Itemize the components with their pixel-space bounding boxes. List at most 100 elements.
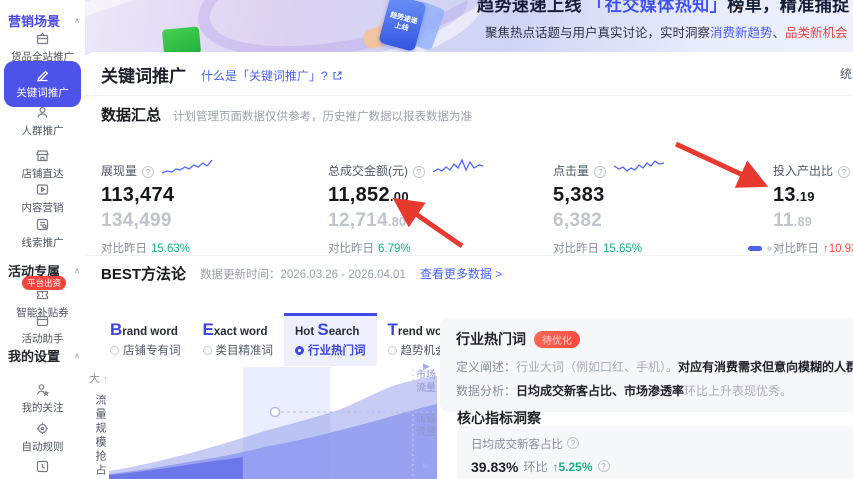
sidebar-item-lead-promo[interactable]: 线索推广 — [0, 217, 85, 250]
external-link-icon — [332, 70, 343, 81]
target-icon — [35, 421, 50, 436]
history-icon — [35, 459, 50, 474]
tab-en-label: Brand word — [110, 320, 181, 340]
sidebar-item-label: 线索推广 — [22, 235, 64, 250]
metric-label: 总成交金额(元) — [328, 162, 408, 179]
metric-prev-value: 6,382 — [553, 210, 768, 232]
sidebar-item-label: 人群推广 — [22, 123, 64, 138]
section-label: 我的设置 — [8, 346, 60, 365]
tab-hot-search[interactable]: Hot Search 行业热门词 — [284, 313, 377, 366]
metric-prev-value: 11.89 — [773, 210, 853, 232]
sidebar-item-shop-direct[interactable]: 店铺直达 — [0, 148, 85, 181]
platform-funded-badge: 平台出资 — [22, 276, 66, 290]
chevron-up-icon[interactable]: ∧ — [74, 16, 80, 25]
metric-prev-value: 134,499 — [101, 210, 316, 232]
help-icon[interactable] — [594, 166, 606, 178]
summary-note: 计划管理页面数据仅供参考，历史推广数据以报表数据为准 — [173, 108, 472, 124]
sidebar-item-content-marketing[interactable]: 内容营销 — [0, 182, 85, 215]
tab-cn-label: 行业热门词 — [308, 342, 366, 358]
metric-value: 11,852.00 — [328, 184, 543, 207]
tab-en-label: Exact word — [203, 320, 274, 340]
sidebar-item-label: 活动助手 — [22, 331, 64, 346]
help-icon[interactable] — [567, 437, 579, 449]
metrics-pagination — [748, 246, 782, 251]
ring-label: 环比 — [523, 458, 547, 475]
keyword-help-link[interactable]: 什么是「关键词推广」? — [201, 67, 343, 84]
sidebar-item-full-site-promo[interactable]: 货品全站推广 — [0, 31, 85, 64]
tab-en-label: Hot Search — [295, 320, 366, 340]
sparkline — [614, 157, 666, 179]
banner-subtitle: 聚焦热点话题与用户真实讨论，实时洞察消费新趋势、品类新机会 — [485, 22, 848, 41]
banner-headline: 趋势速递上线 「社交媒体热知」榜单，精准捕捉 — [477, 0, 850, 16]
divider — [85, 95, 853, 96]
help-icon[interactable] — [838, 166, 850, 178]
tab-cn-label: 店铺专有词 — [123, 342, 181, 358]
hot-word-definition-card: 行业热门词 待优化 定义阐述：行业大词（例如口红、手机）。对应有消费需求但意向模… — [440, 318, 853, 412]
sidebar: 营销场景 ∧ 货品全站推广 关键词推广 人群推广 店铺直达 内容营销 线索推广 — [0, 0, 85, 479]
sidebar-item-label: 关键词推广 — [16, 85, 69, 100]
metric-compare: 对比昨日15.63% — [101, 240, 316, 256]
sidebar-item-audience-promo[interactable]: 人群推广 — [0, 105, 85, 138]
sidebar-item-label: 内容营销 — [22, 200, 64, 215]
pagination-dot[interactable] — [767, 246, 772, 251]
help-icon[interactable] — [142, 166, 154, 178]
sidebar-item-label: 店铺直达 — [22, 166, 64, 181]
sidebar-item-label: 自动规则 — [22, 439, 64, 454]
sparkline — [162, 157, 214, 179]
metric-label: 投入产出比 — [773, 162, 833, 179]
calendar-icon — [35, 313, 50, 328]
metric-impressions: 展现量 113,474 134,499 对比昨日15.63% — [101, 155, 316, 256]
metric-label: 点击量 — [553, 162, 589, 179]
axis-top-label: 大 ↑ — [89, 370, 108, 386]
sidebar-item-my-follows[interactable]: 我的关注 — [0, 382, 85, 415]
toolbar-partial-text: 统 — [840, 65, 852, 82]
person-star-icon — [35, 382, 50, 397]
more-data-link[interactable]: 查看更多数据 > — [420, 265, 502, 282]
divider — [85, 255, 853, 256]
pagination-dot[interactable] — [777, 246, 782, 251]
best-title: BEST方法论 — [101, 263, 186, 284]
radio-checked-icon[interactable] — [295, 346, 304, 355]
tab-brand-word[interactable]: Brand word 店铺专有词 — [99, 313, 192, 366]
market-traffic-label: 市场流量 — [416, 370, 440, 395]
highlight-band — [243, 367, 331, 479]
sidebar-item-auto-rules[interactable]: 自动规则 — [0, 421, 85, 454]
radio-icon[interactable] — [203, 346, 212, 355]
core-insight-title: 核心指标洞察 — [457, 408, 541, 428]
radio-icon[interactable] — [388, 346, 397, 355]
chevron-up-icon[interactable]: ∧ — [74, 266, 80, 275]
status-badge: 待优化 — [534, 331, 580, 348]
arrow-right-icon: ▶ — [423, 361, 430, 372]
tab-exact-word[interactable]: Exact word 类目精准词 — [192, 313, 285, 366]
tab-cn-label: 类目精准词 — [216, 342, 274, 358]
guide-point — [270, 408, 279, 417]
sidebar-item-keyword-promo[interactable]: 关键词推广 — [4, 61, 81, 107]
sidebar-item-activity-helper[interactable]: 活动助手 — [0, 313, 85, 346]
metric-value: 13.19 — [773, 184, 853, 207]
help-icon[interactable] — [598, 460, 610, 472]
doc-search-icon — [35, 217, 50, 232]
arrow-right-icon: ▶ — [423, 460, 430, 471]
package-icon — [35, 31, 50, 46]
update-time: 数据更新时间：2026.03.26 - 2026.04.01 — [200, 266, 406, 282]
help-link-label: 什么是「关键词推广」? — [201, 67, 328, 84]
page-title: 关键词推广 — [101, 62, 186, 87]
chevron-up-icon[interactable]: ∧ — [74, 351, 80, 360]
page: 趋势速递 上线 ✦ 趋势速递上线 「社交媒体热知」榜单，精准捕捉 聚焦热点话题与… — [0, 0, 853, 479]
metric-roi: 投入产出比 13.19 11.89 对比昨日↑10.93% — [773, 155, 853, 256]
core-metric-label: 日均成交新客占比 — [471, 436, 563, 452]
pen-icon — [35, 67, 50, 82]
pagination-dot-active[interactable] — [748, 246, 762, 251]
sidebar-section-marketing[interactable]: 营销场景 ∧ — [8, 11, 80, 30]
metric-compare: 对比昨日6.79% — [328, 240, 543, 256]
sidebar-item-operation-log[interactable]: 我的操作记录 — [0, 459, 85, 479]
radio-icon[interactable] — [110, 346, 119, 355]
shop-icon — [35, 148, 50, 163]
help-icon[interactable] — [413, 166, 425, 178]
section-label: 营销场景 — [8, 11, 60, 30]
core-insight-card: 日均成交新客占比 39.83% 环比 ↑5.25% 同行同层均值 34.34% — [457, 426, 853, 479]
sidebar-section-settings[interactable]: 我的设置 ∧ — [8, 346, 80, 365]
promo-banner[interactable]: 趋势速递 上线 ✦ 趋势速递上线 「社交媒体热知」榜单，精准捕捉 聚焦热点话题与… — [85, 0, 853, 55]
banner-green-card-decoration — [162, 26, 201, 55]
data-analysis-line: 数据分析：日均成交新客占比、市场渗透率环比上升表现优秀。 — [456, 382, 853, 400]
